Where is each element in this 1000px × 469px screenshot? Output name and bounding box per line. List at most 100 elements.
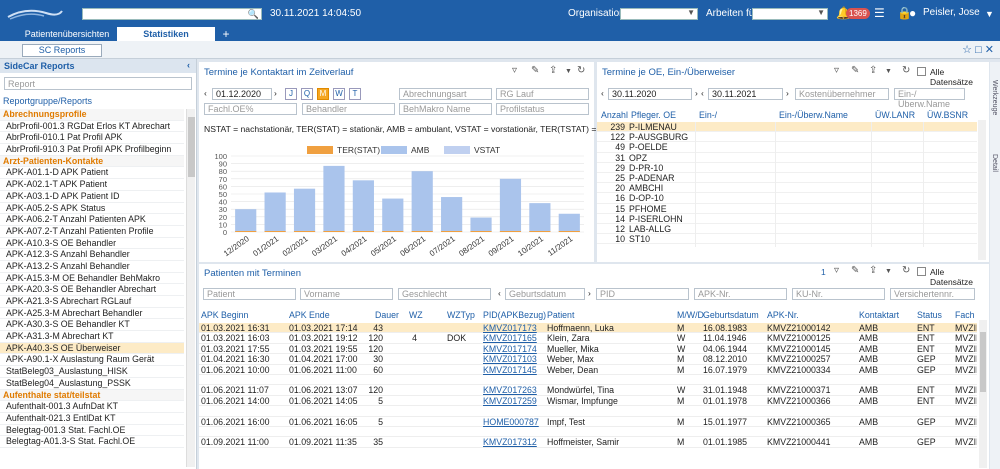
export-icon[interactable]: ⇪ [869,265,877,276]
next-arrow-icon[interactable]: › [695,88,698,98]
patient-column-header[interactable]: APK Ende [289,310,330,320]
prev-arrow-icon[interactable]: ‹ [701,88,704,98]
patient-table-row[interactable] [199,427,977,438]
oe-table-row[interactable]: 12 LAB-ALLG [597,224,977,235]
report-item[interactable]: StatBeleg04_Auslastung_PSSK [0,378,184,390]
geburtsdatum-filter[interactable]: Geburtsdatum [505,288,585,300]
patients-scrollbar[interactable] [979,320,987,468]
patient-table-row[interactable]: 01.06.2021 10:00 01.06.2021 11:00 60 KMVZ01… [199,365,977,375]
inbox-icon[interactable]: ☰ [874,6,885,20]
patient-column-header[interactable]: Patient [547,310,574,320]
pid-filter[interactable]: PID [596,288,689,300]
chevron-down-icon[interactable]: ▼ [985,9,994,19]
oe-column-header[interactable]: Ein-/Überw.Name [779,110,848,120]
einueberw-filter[interactable]: Ein-/Überw.Name [894,88,965,109]
oe-column-header[interactable]: Pfleger. OE [631,110,676,120]
report-item[interactable]: APK-A12.3-S Anzahl Behandler [0,249,184,261]
tab-statistiken[interactable]: Statistiken [117,27,215,41]
patient-column-header[interactable]: Geburtsdatum [703,310,759,320]
pid-link[interactable]: KMVZ017165 [483,333,537,343]
chevron-down-icon[interactable]: ▼ [885,68,892,75]
next-arrow-icon[interactable]: › [786,88,789,98]
report-category[interactable]: Abrechnungsprofile [0,109,184,121]
report-item[interactable]: AbrProfil-010.1 Pat Profil APK [0,132,184,145]
patient-column-header[interactable]: WZ [409,310,423,320]
sc-reports-button[interactable]: SC Reports [22,44,102,57]
patient-column-header[interactable]: Dauer [375,310,399,320]
pid-link[interactable]: KMVZ017173 [483,323,537,333]
report-item[interactable]: APK-A40.3-S OE Überweiser [0,342,184,355]
report-item[interactable]: APK-A05.2-S APK Status [0,203,184,215]
pid-link[interactable]: KMVZ017145 [483,365,537,375]
search-icon[interactable]: 🔍 [248,9,259,20]
patient-column-header[interactable]: PID(APKBezug) [483,310,546,320]
oe-table-row[interactable]: 239 P-ILMENAU [597,122,977,133]
oe-table-row[interactable]: 16 D-OP-10 [597,193,977,204]
patient-table-row[interactable]: 01.06.2021 11:07 01.06.2021 13:07 120 KMVZ0… [199,385,977,396]
add-tab-button[interactable]: + [218,27,234,41]
oe-table-row[interactable]: 49 P-OELDE [597,142,977,153]
patient-table-row[interactable]: 01.03.2021 16:31 01.03.2021 17:14 43 KMVZ01… [199,323,977,334]
oe-column-header[interactable]: ÜW.LANR [875,110,915,120]
alle-datensaetze-checkbox[interactable] [917,267,926,276]
arbeiten-fuer-select[interactable]: ▼ [752,8,828,20]
report-item[interactable]: AbrProfil-910.3 Pat Profil APK Profilbeg… [0,144,184,156]
oe-column-header[interactable]: Ein-/ [699,110,717,120]
vorname-filter[interactable]: Vorname [300,288,393,300]
patient-column-header[interactable]: Kontaktart [859,310,899,320]
oe-table-row[interactable]: 122 P-AUSGBURG [597,132,977,143]
patient-table-row[interactable]: 01.03.2021 16:03 01.03.2021 19:12 120 4 DOK K… [199,333,977,344]
report-item[interactable]: APK-A20.3-S OE Behandler Abrechart [0,284,184,296]
oe-table-row[interactable]: 31 OPZ [597,153,977,163]
report-item[interactable]: APK-A03.1-D APK Patient ID [0,191,184,203]
rglauf-filter[interactable]: RG Lauf [496,88,589,100]
report-item[interactable]: APK-A15.3-M OE Behandler BehMakro [0,273,184,285]
report-item[interactable]: Belegtag-A01.3-S Stat. Fachl.OE [0,436,184,448]
refresh-icon[interactable]: ↻ [902,265,910,276]
kostenuebernehmer-filter[interactable]: Kostenübernehmer [795,88,889,100]
patient-column-header[interactable]: Fach [955,310,975,320]
report-item[interactable]: APK-A02.1-T APK Patient [0,179,184,191]
profilstatus-filter[interactable]: Profilstatus [496,103,589,115]
period-quarter-button[interactable]: Q [301,88,313,100]
tab-patientenuebersichten[interactable]: Patientenübersichten [18,27,116,41]
oe-scrollbar[interactable] [978,120,986,260]
patient-table-row[interactable]: 01.03.2021 17:55 01.03.2021 19:55 120 KMVZ0… [199,344,977,355]
report-search-input[interactable]: Report [4,77,192,90]
patient-filter[interactable]: Patient [203,288,296,300]
report-item[interactable]: APK-A21.3-S Abrechart RGLauf [0,296,184,308]
patient-column-header[interactable]: APK-Nr. [767,310,799,320]
eraser-icon[interactable]: ✎ [531,65,539,76]
star-icon[interactable]: ☆ [962,44,972,56]
pid-link[interactable]: KMVZ017312 [483,437,537,447]
oe-table-row[interactable]: 10 ST10 [597,234,977,245]
eraser-icon[interactable]: ✎ [851,65,859,76]
close-icon[interactable]: ✕ [985,44,994,56]
export-icon[interactable]: ⇪ [869,65,877,76]
report-item[interactable]: Aufenthalt-021.3 EntlDat KT [0,413,184,425]
refresh-icon[interactable]: ↻ [577,65,585,76]
oe-table-row[interactable]: 25 P-ADENAR [597,173,977,184]
period-day-button[interactable]: T [349,88,361,100]
period-week-button[interactable]: W [333,88,345,100]
report-item[interactable]: Belegtag-001.3 Stat. Fachl.OE [0,425,184,437]
report-item[interactable]: APK-A13.2-S Anzahl Behandler [0,261,184,273]
prev-arrow-icon[interactable]: ‹ [204,88,207,98]
behmakro-filter[interactable]: BehMakro Name [399,103,492,115]
report-item[interactable]: AbrProfil-001.3 RGDat Erlos KT Abrechart [0,121,184,133]
patient-column-header[interactable]: M/W/D [677,310,704,320]
patient-table-row[interactable]: 01.09.2021 11:00 01.09.2021 11:35 35 KMVZ01… [199,437,977,448]
apk-nr-filter[interactable]: APK-Nr. [694,288,787,300]
report-item[interactable]: APK-A06.2-T Anzahl Patienten APK [0,214,184,226]
geschlecht-filter[interactable]: Geschlecht [398,288,491,300]
date-to-input[interactable]: 30.11.2021 [708,88,783,100]
eraser-icon[interactable]: ✎ [851,265,859,276]
next-arrow-icon[interactable]: › [274,88,277,98]
patient-table-row[interactable] [199,406,977,417]
prev-arrow-icon[interactable]: ‹ [601,88,604,98]
oe-table-row[interactable]: 14 P-ISERLOHN [597,214,977,224]
patient-table-row[interactable] [199,375,977,386]
alle-datensaetze-checkbox[interactable] [917,67,926,76]
patient-table-row[interactable]: 01.04.2021 16:30 01.04.2021 17:00 30 KMVZ01… [199,354,977,365]
pid-link[interactable]: KMVZ017174 [483,344,537,354]
